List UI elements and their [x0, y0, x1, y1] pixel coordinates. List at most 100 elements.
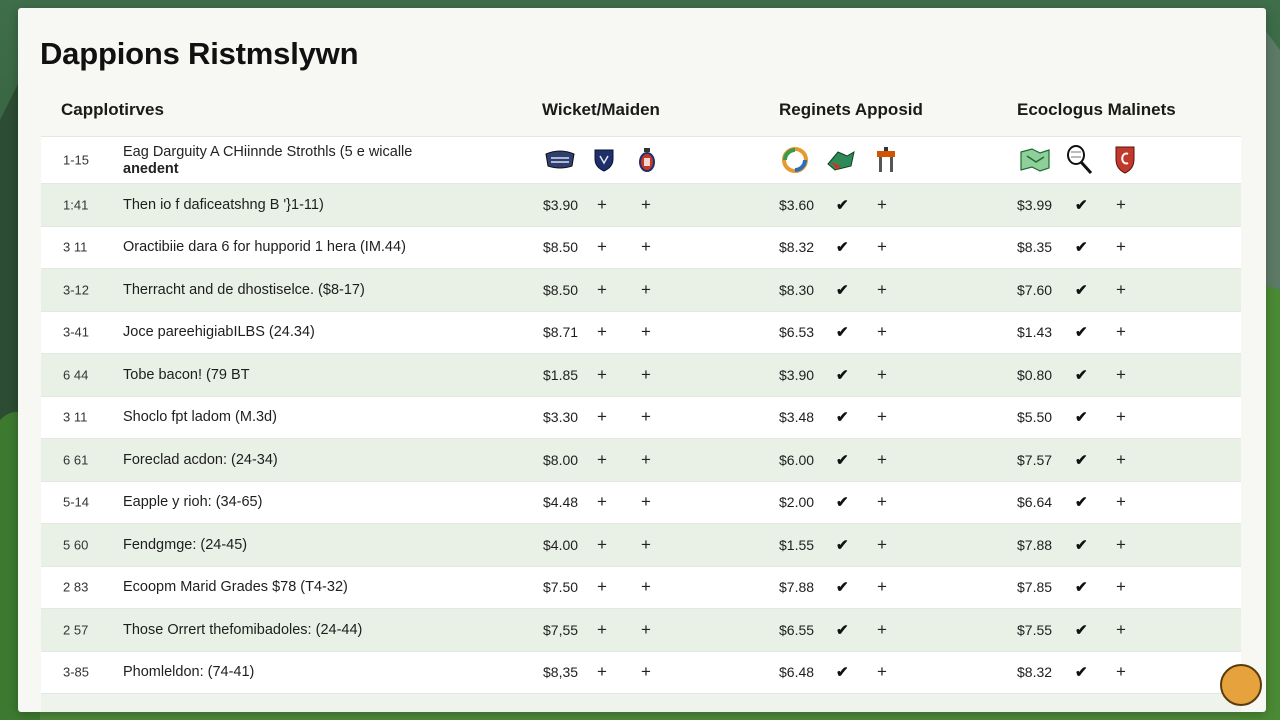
add-wicket-button[interactable]: + [597, 407, 607, 427]
add-wicket-button[interactable]: + [597, 662, 607, 682]
add-reginets-button[interactable]: + [877, 407, 887, 427]
column-header-reginets-apposid[interactable]: Reginets Apposid [779, 100, 923, 120]
add-maiden-button[interactable]: + [641, 662, 651, 682]
add-reginets-button[interactable]: + [877, 322, 887, 342]
table-row[interactable]: 1:41 Then io f daficeatshng B '}1-11) $3.9… [41, 183, 1241, 226]
add-wicket-button[interactable]: + [597, 450, 607, 470]
reginets-check-toggle[interactable]: ✔ [836, 408, 849, 426]
add-maiden-button[interactable]: + [641, 492, 651, 512]
add-ecoclogus-button[interactable]: + [1116, 195, 1126, 215]
add-ecoclogus-button[interactable]: + [1116, 280, 1126, 300]
add-reginets-button[interactable]: + [877, 450, 887, 470]
ecoclogus-check-toggle[interactable]: ✔ [1075, 578, 1088, 596]
ecoclogus-check-toggle[interactable]: ✔ [1075, 663, 1088, 681]
add-wicket-button[interactable]: + [597, 577, 607, 597]
add-maiden-button[interactable]: + [641, 195, 651, 215]
add-reginets-button[interactable]: + [877, 620, 887, 640]
ecoclogus-check-toggle[interactable]: ✔ [1075, 536, 1088, 554]
assistant-avatar-icon[interactable] [1220, 664, 1262, 706]
add-reginets-button[interactable]: + [877, 492, 887, 512]
add-wicket-button[interactable]: + [597, 492, 607, 512]
lantern-icon[interactable] [637, 146, 657, 174]
add-ecoclogus-button[interactable]: + [1116, 492, 1126, 512]
table-row-featured[interactable]: 1-15 Eag Darguity A CHiinnde Strothls (5… [41, 136, 1241, 183]
table-row[interactable]: 3 11 Shoclo fpt ladom (M.3d) $3.30 + + $3.48 ✔… [41, 395, 1241, 438]
add-reginets-button[interactable]: + [877, 280, 887, 300]
ecoclogus-check-toggle[interactable]: ✔ [1075, 451, 1088, 469]
add-ecoclogus-button[interactable]: + [1116, 322, 1126, 342]
reginets-check-toggle[interactable]: ✔ [836, 323, 849, 341]
table-row[interactable]: 2 83 Ecoopm Marid Grades $78 (T4-32) $7.50… [41, 565, 1241, 608]
wreath-icon[interactable] [780, 145, 810, 175]
ecoclogus-check-toggle[interactable]: ✔ [1075, 621, 1088, 639]
reginets-check-toggle[interactable]: ✔ [836, 663, 849, 681]
table-row[interactable]: 5-14 Eapple y rioh: (34-65) $4.48 + + $2.00 ✔ +… [41, 480, 1241, 523]
row-description: Phomleldon: (74-41) [123, 664, 255, 681]
add-ecoclogus-button[interactable]: + [1116, 407, 1126, 427]
add-maiden-button[interactable]: + [641, 280, 651, 300]
add-ecoclogus-button[interactable]: + [1116, 662, 1126, 682]
column-header-capplotirves[interactable]: Capplotirves [61, 100, 164, 120]
add-wicket-button[interactable]: + [597, 365, 607, 385]
add-ecoclogus-button[interactable]: + [1116, 450, 1126, 470]
add-wicket-button[interactable]: + [597, 237, 607, 257]
add-ecoclogus-button[interactable]: + [1116, 535, 1126, 555]
add-reginets-button[interactable]: + [877, 237, 887, 257]
add-maiden-button[interactable]: + [641, 620, 651, 640]
reginets-check-toggle[interactable]: ✔ [836, 196, 849, 214]
shield-c-icon[interactable] [1114, 145, 1136, 175]
add-reginets-button[interactable]: + [877, 195, 887, 215]
add-maiden-button[interactable]: + [641, 237, 651, 257]
table-row[interactable]: 6 44 Tobe bacon! (79 BT $1.85 + + $3.90 ✔ + $0.8… [41, 353, 1241, 396]
reginets-check-toggle[interactable]: ✔ [836, 281, 849, 299]
ecoclogus-check-toggle[interactable]: ✔ [1075, 493, 1088, 511]
add-wicket-button[interactable]: + [597, 322, 607, 342]
racket-icon[interactable] [1064, 144, 1094, 176]
add-reginets-button[interactable]: + [877, 577, 887, 597]
add-maiden-button[interactable]: + [641, 535, 651, 555]
reginets-check-toggle[interactable]: ✔ [836, 366, 849, 384]
ecoclogus-check-toggle[interactable]: ✔ [1075, 196, 1088, 214]
add-reginets-button[interactable]: + [877, 365, 887, 385]
map-icon[interactable] [1018, 146, 1052, 174]
add-ecoclogus-button[interactable]: + [1116, 620, 1126, 640]
add-wicket-button[interactable]: + [597, 195, 607, 215]
table-row[interactable]: 3 11 Oractibiie dara 6 for hupporid 1 her… [41, 225, 1241, 268]
shield-icon[interactable] [592, 147, 616, 173]
add-maiden-button[interactable]: + [641, 577, 651, 597]
reginets-check-toggle[interactable]: ✔ [836, 238, 849, 256]
column-header-ecoclogus-malinets[interactable]: Ecoclogus Malinets [1017, 100, 1176, 120]
table-row[interactable]: 3-85 Phomleldon: (74-41) $8,35 + + $6.48 ✔ + $8.… [41, 650, 1241, 693]
add-ecoclogus-button[interactable]: + [1116, 577, 1126, 597]
reginets-check-toggle[interactable]: ✔ [836, 578, 849, 596]
crest-icon[interactable] [543, 148, 577, 172]
bird-icon[interactable] [825, 146, 857, 174]
ecoclogus-check-toggle[interactable]: ✔ [1075, 366, 1088, 384]
reginets-check-toggle[interactable]: ✔ [836, 451, 849, 469]
ecoclogus-check-toggle[interactable]: ✔ [1075, 281, 1088, 299]
reginets-check-toggle[interactable]: ✔ [836, 493, 849, 511]
ecoclogus-check-toggle[interactable]: ✔ [1075, 238, 1088, 256]
table-row[interactable]: 2 57 Those Orrert thefomibadoles: (24-44)… [41, 608, 1241, 651]
add-ecoclogus-button[interactable]: + [1116, 237, 1126, 257]
chair-icon[interactable] [873, 145, 899, 175]
table-row[interactable]: 6 61 Foreclad acdon: (24-34) $8.00 + + $6.00 ✔… [41, 438, 1241, 481]
column-header-wicket-maiden[interactable]: Wicket/Maiden [542, 100, 660, 120]
ecoclogus-check-toggle[interactable]: ✔ [1075, 408, 1088, 426]
add-reginets-button[interactable]: + [877, 535, 887, 555]
reginets-check-toggle[interactable]: ✔ [836, 621, 849, 639]
add-maiden-button[interactable]: + [641, 365, 651, 385]
table-row[interactable]: 3-41 Joce pareehigiabILBS (24.34) $8.71 + + $… [41, 310, 1241, 353]
add-maiden-button[interactable]: + [641, 322, 651, 342]
add-reginets-button[interactable]: + [877, 662, 887, 682]
add-ecoclogus-button[interactable]: + [1116, 365, 1126, 385]
add-wicket-button[interactable]: + [597, 620, 607, 640]
add-wicket-button[interactable]: + [597, 535, 607, 555]
add-maiden-button[interactable]: + [641, 407, 651, 427]
reginets-check-toggle[interactable]: ✔ [836, 536, 849, 554]
add-maiden-button[interactable]: + [641, 450, 651, 470]
ecoclogus-check-toggle[interactable]: ✔ [1075, 323, 1088, 341]
add-wicket-button[interactable]: + [597, 280, 607, 300]
table-row[interactable]: 5 60 Fendgmge: (24-45) $4.00 + + $1.55 ✔ + $7.88… [41, 523, 1241, 566]
table-row[interactable]: 3-12 Therracht and de dhostiselce. ($8-17… [41, 268, 1241, 311]
